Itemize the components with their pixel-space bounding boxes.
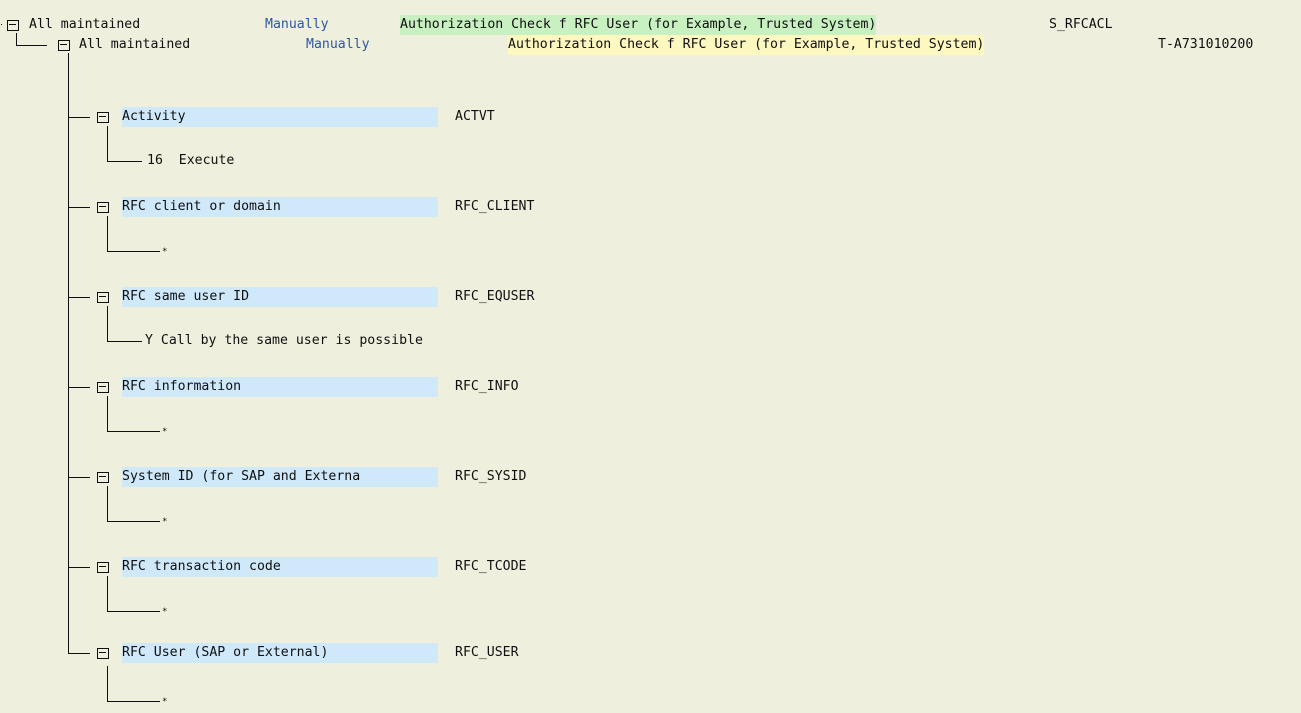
root-object-text[interactable]: Authorization Check f RFC User (for Exam… — [400, 15, 877, 35]
folder-open-icon[interactable] — [58, 40, 70, 51]
field-name: RFC_TCODE — [455, 559, 527, 574]
folder-open-icon[interactable] — [97, 382, 109, 393]
field-name: RFC_USER — [455, 645, 519, 660]
folder-open-icon[interactable] — [97, 648, 109, 659]
field-value[interactable]: * — [162, 246, 167, 258]
auth-object-text[interactable]: Authorization Check f RFC User (for Exam… — [508, 35, 985, 55]
field-value[interactable]: * — [162, 606, 167, 618]
authorization-tree: All maintained Manually Authorization Ch… — [0, 0, 1301, 713]
field-name: RFC_SYSID — [455, 469, 527, 484]
field-label[interactable]: RFC transaction code — [122, 557, 438, 577]
folder-open-icon[interactable] — [97, 292, 109, 303]
field-label[interactable]: System ID (for SAP and Externa — [122, 467, 438, 487]
auth-status: All maintained — [79, 37, 191, 52]
field-label[interactable]: RFC client or domain — [122, 197, 438, 217]
root-object-code: S_RFCACL — [1049, 17, 1113, 32]
field-value[interactable]: * — [162, 426, 167, 438]
field-value[interactable]: * — [162, 696, 167, 708]
folder-open-icon[interactable] — [7, 20, 19, 31]
field-value[interactable]: 16 Execute — [147, 151, 234, 171]
field-name: RFC_EQUSER — [455, 289, 535, 304]
field-name: RFC_INFO — [455, 379, 519, 394]
root-status: All maintained — [29, 17, 141, 32]
folder-open-icon[interactable] — [97, 112, 109, 123]
field-value[interactable]: Y Call by the same user is possible — [145, 331, 423, 351]
field-value[interactable]: * — [162, 516, 167, 528]
folder-open-icon[interactable] — [97, 472, 109, 483]
root-origin: Manually — [265, 17, 329, 32]
auth-origin: Manually — [306, 37, 370, 52]
folder-open-icon[interactable] — [97, 562, 109, 573]
folder-open-icon[interactable] — [97, 202, 109, 213]
field-label[interactable]: RFC same user ID — [122, 287, 438, 307]
field-name: ACTVT — [455, 109, 495, 124]
field-label[interactable]: Activity — [122, 107, 438, 127]
field-name: RFC_CLIENT — [455, 199, 535, 214]
field-label[interactable]: RFC User (SAP or External) — [122, 643, 438, 663]
auth-name: T-A731010200 — [1158, 37, 1254, 52]
field-label[interactable]: RFC information — [122, 377, 438, 397]
